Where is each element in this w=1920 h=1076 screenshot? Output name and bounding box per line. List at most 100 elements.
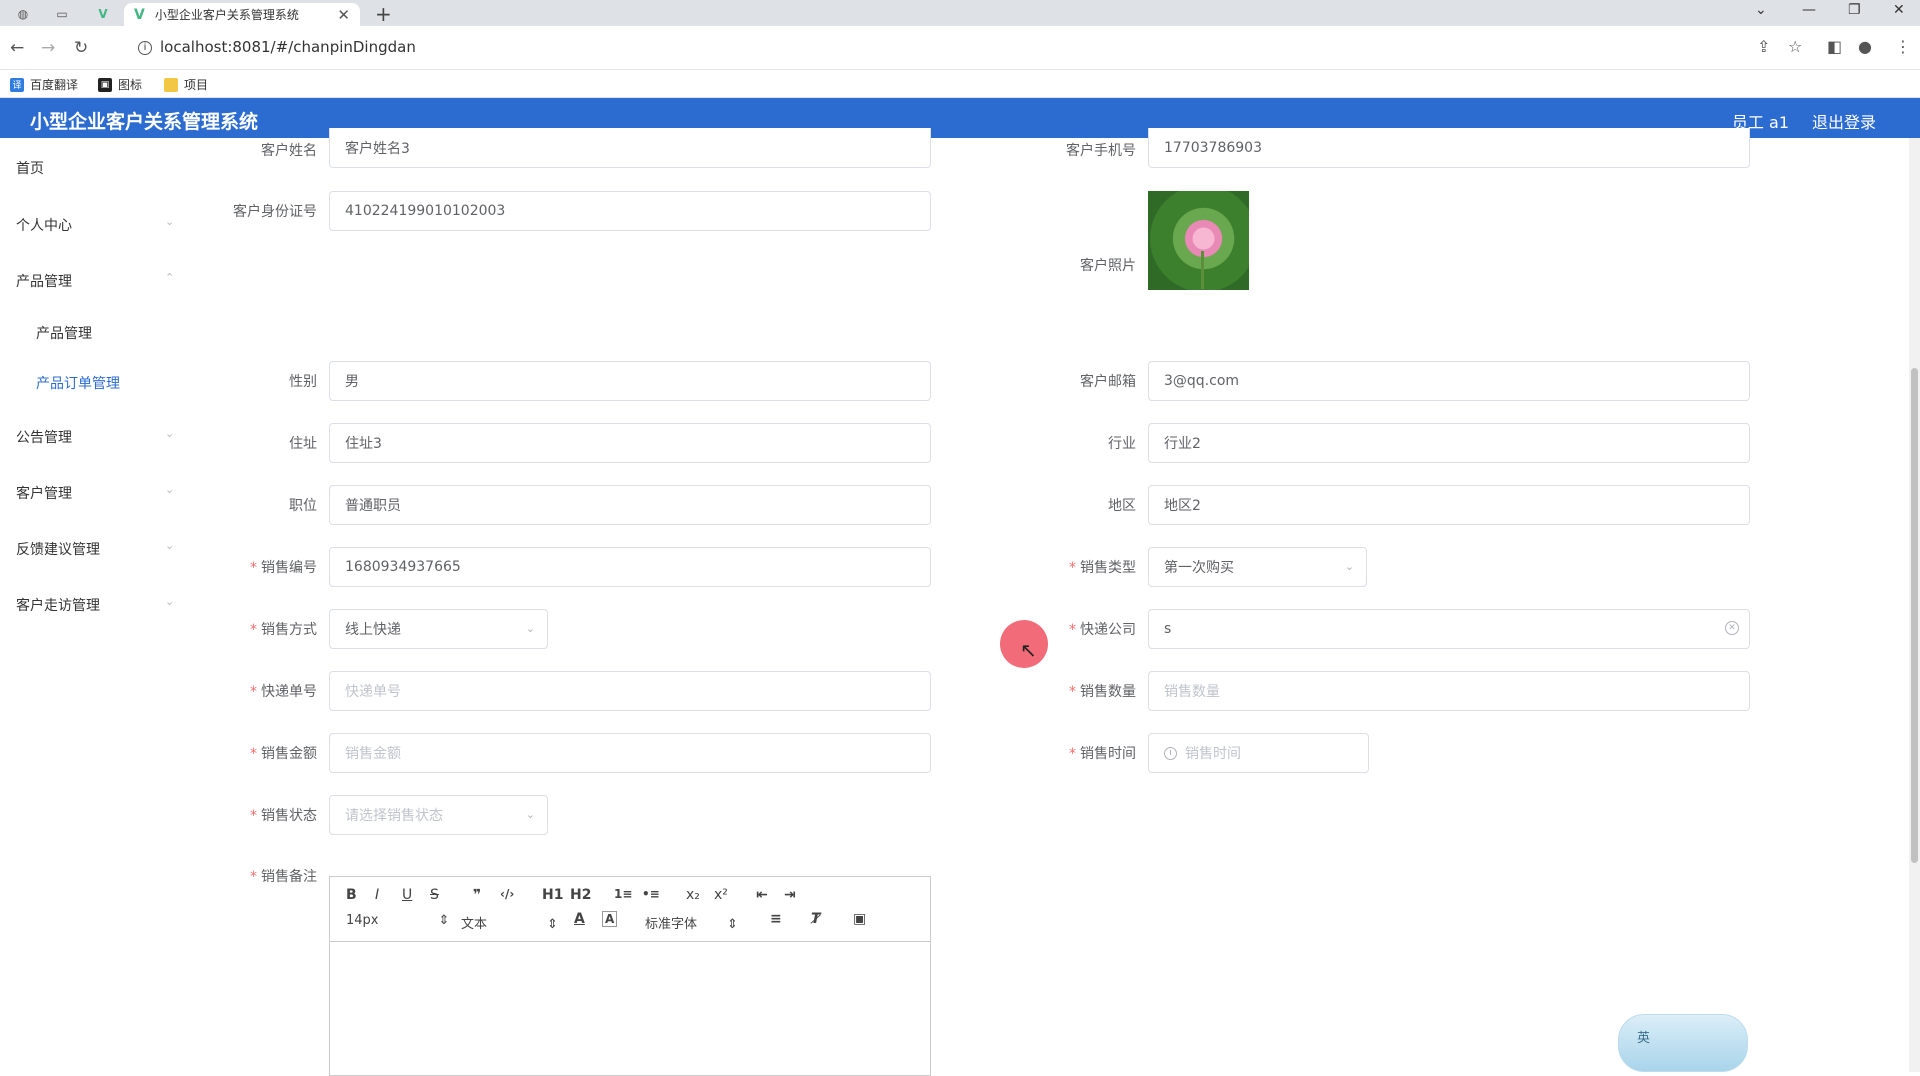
subscript-button[interactable]: x₂: [686, 887, 700, 903]
courier-field[interactable]: s ✕: [1148, 609, 1750, 649]
field-placeholder: 销售金额: [345, 746, 401, 762]
sidebar-item-products[interactable]: 产品管理: [16, 271, 72, 291]
chevron-down-icon: ⌄: [165, 427, 175, 440]
new-tab-button[interactable]: +: [375, 2, 392, 26]
share-icon[interactable]: ⇪: [1757, 37, 1770, 56]
tab-close-icon[interactable]: ✕: [337, 6, 350, 24]
clear-icon[interactable]: ✕: [1725, 621, 1739, 635]
sidebar-item-customers[interactable]: 客户管理: [16, 483, 72, 503]
bookmark-icons[interactable]: ▣ 图标: [98, 76, 142, 93]
sales-no-field[interactable]: 1680934937665: [329, 547, 931, 587]
customer-name-label: 客户姓名: [261, 143, 317, 159]
customer-photo[interactable]: [1148, 191, 1249, 290]
font-color-icon[interactable]: A: [574, 911, 585, 927]
active-tab[interactable]: V 小型企业客户关系管理系统 ✕: [124, 3, 360, 26]
bold-button[interactable]: B: [346, 887, 357, 903]
ordered-list-button[interactable]: 1≡: [614, 887, 632, 901]
address-field[interactable]: 住址3: [329, 423, 931, 463]
image-insert-icon[interactable]: ▣: [853, 911, 866, 927]
position-field[interactable]: 普通职员: [329, 485, 931, 525]
bookmark-star-icon[interactable]: ☆: [1788, 37, 1802, 56]
chevron-down-icon: ⌄: [165, 595, 175, 608]
field-value: 410224199010102003: [345, 203, 506, 219]
logout-button[interactable]: 退出登录: [1812, 109, 1876, 133]
bookmark-label: 百度翻译: [30, 78, 79, 92]
menu-icon[interactable]: ⋮: [1895, 37, 1911, 56]
background-color-icon[interactable]: A: [602, 911, 618, 927]
sales-status-select[interactable]: 请选择销售状态 ⌄: [329, 795, 548, 835]
vue-tab-icon[interactable]: V: [92, 4, 114, 24]
lotus-stem: [1201, 251, 1204, 289]
sidebar-item-notices[interactable]: 公告管理: [16, 427, 72, 447]
remark-editor[interactable]: B I U S ❞ ‹/› H1 H2 1≡ •≡ x₂ x² ⇤ ⇥ 14px…: [329, 876, 931, 1076]
browser-tab-bar: ◍ ▭ V V 小型企业客户关系管理系统 ✕ + ⌄ — ❐ ✕: [0, 0, 1920, 26]
image-icon: ▣: [98, 77, 112, 92]
sidebar-item-feedback[interactable]: 反馈建议管理: [16, 539, 100, 559]
side-panel-icon[interactable]: ◧: [1827, 37, 1842, 56]
underline-button[interactable]: U: [402, 887, 412, 903]
site-info-icon[interactable]: i: [138, 40, 152, 55]
url-field[interactable]: i localhost:8081/#/chanpinDingdan: [138, 38, 416, 56]
tab-search-icon[interactable]: ⌄: [1755, 2, 1767, 18]
editor-toolbar: B I U S ❞ ‹/› H1 H2 1≡ •≡ x₂ x² ⇤ ⇥ 14px…: [330, 877, 930, 942]
customer-id-field[interactable]: 410224199010102003: [329, 191, 931, 231]
address-bar: ← → ↻ i localhost:8081/#/chanpinDingdan ⇪…: [0, 26, 1920, 70]
ime-widget[interactable]: 英: [1618, 1014, 1748, 1072]
bookmark-baidu-translate[interactable]: 译 百度翻译: [10, 76, 78, 93]
field-value: 线上快递: [345, 622, 401, 638]
quote-button[interactable]: ❞: [473, 887, 481, 903]
close-window-button[interactable]: ✕: [1893, 2, 1905, 18]
strike-button[interactable]: S: [430, 887, 439, 903]
field-value: 3@qq.com: [1164, 373, 1240, 389]
h2-button[interactable]: H2: [570, 887, 591, 903]
italic-button[interactable]: I: [375, 887, 379, 903]
bookmark-label: 项目: [184, 78, 209, 92]
scrollbar-thumb[interactable]: [1911, 368, 1918, 863]
chevron-down-icon: ⌄: [1344, 560, 1354, 573]
font-family-select[interactable]: 标准字体 ⇕: [645, 913, 738, 932]
back-icon[interactable]: ←: [10, 38, 24, 58]
field-value: 男: [345, 374, 359, 390]
email-field[interactable]: 3@qq.com: [1148, 361, 1750, 401]
blank-tab[interactable]: ▭: [51, 4, 73, 24]
sidebar-subitem-orders[interactable]: 产品订单管理: [36, 373, 120, 393]
customer-name-field[interactable]: 客户姓名3: [329, 128, 931, 168]
region-field[interactable]: 地区2: [1148, 485, 1750, 525]
sales-method-select[interactable]: 线上快递 ⌄: [329, 609, 548, 649]
font-size-select[interactable]: 14px ⇕: [346, 913, 449, 928]
sales-time-picker[interactable]: 销售时间: [1148, 733, 1369, 773]
forward-icon[interactable]: →: [41, 38, 55, 58]
outdent-button[interactable]: ⇤: [756, 887, 768, 903]
superscript-button[interactable]: x²: [714, 887, 728, 903]
page-scrollbar[interactable]: [1909, 138, 1920, 1072]
customer-phone-field[interactable]: 17703786903: [1148, 128, 1750, 168]
folder-icon: [164, 77, 178, 92]
h1-button[interactable]: H1: [542, 887, 563, 903]
sales-type-select[interactable]: 第一次购买 ⌄: [1148, 547, 1367, 587]
customer-photo-label: 客户照片: [1080, 258, 1136, 274]
sales-amount-field[interactable]: 销售金额: [329, 733, 931, 773]
profile-icon[interactable]: ●: [1858, 37, 1872, 56]
indent-button[interactable]: ⇥: [784, 887, 796, 903]
sidebar-item-home[interactable]: 首页: [16, 158, 44, 178]
align-icon[interactable]: ≡: [770, 911, 782, 927]
gender-field[interactable]: 男: [329, 361, 931, 401]
bullet-list-button[interactable]: •≡: [642, 887, 660, 901]
mouse-cursor-icon: ↖: [1020, 638, 1037, 662]
sales-qty-field[interactable]: 销售数量: [1148, 671, 1750, 711]
globe-icon[interactable]: ◍: [12, 4, 34, 24]
sidebar-subitem-products[interactable]: 产品管理: [36, 323, 92, 343]
tracking-no-field[interactable]: 快递单号: [329, 671, 931, 711]
code-button[interactable]: ‹/›: [500, 887, 514, 901]
text-style-select[interactable]: 文本 ⇕: [461, 913, 558, 932]
restore-button[interactable]: ❐: [1848, 2, 1861, 18]
reload-icon[interactable]: ↻: [74, 38, 88, 58]
sidebar-item-visits[interactable]: 客户走访管理: [16, 595, 100, 615]
app-title: 小型企业客户关系管理系统: [30, 111, 259, 133]
industry-field[interactable]: 行业2: [1148, 423, 1750, 463]
sidebar-item-personal[interactable]: 个人中心: [16, 215, 72, 235]
minimize-button[interactable]: —: [1802, 2, 1816, 18]
bookmark-project[interactable]: 项目: [164, 76, 208, 93]
clock-icon: [1164, 746, 1177, 760]
clear-format-icon[interactable]: T̷: [811, 911, 821, 927]
